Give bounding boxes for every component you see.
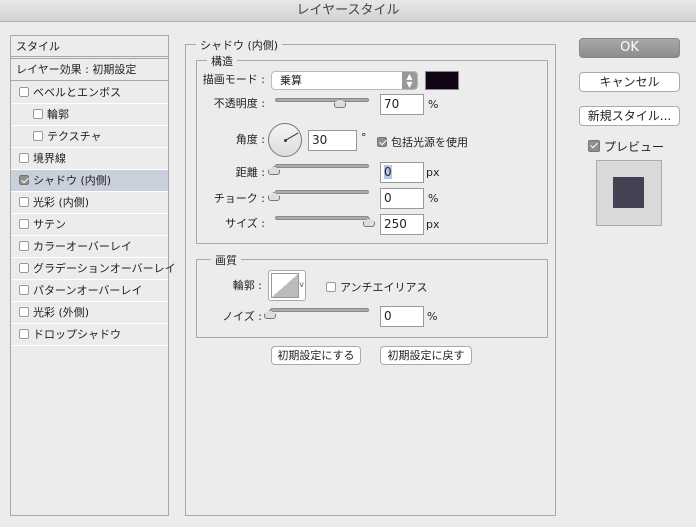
contour-picker[interactable]: v [268, 270, 306, 301]
opacity-unit: % [428, 98, 439, 111]
style-item-label: テクスチャ [47, 130, 102, 143]
style-item-label: シャドウ (内側) [33, 174, 112, 187]
anti-alias-label: アンチエイリアス [340, 281, 428, 294]
checkbox-icon [326, 282, 336, 292]
preview-checkbox[interactable]: プレビュー [588, 138, 664, 155]
style-item-label: ドロップシャドウ [33, 328, 121, 341]
style-item-label: 光彩 (内側) [33, 196, 90, 209]
angle-dial[interactable] [268, 123, 302, 157]
chevron-updown-icon: ▲ ▼ [402, 72, 417, 89]
style-item-label: パターンオーバーレイ [33, 284, 143, 297]
blend-mode-select[interactable]: 乗算 ▲ ▼ [271, 71, 418, 90]
style-item[interactable]: カラーオーバーレイ [11, 236, 168, 258]
blend-mode-label: 描画モード : [202, 73, 265, 86]
opacity-label: 不透明度 : [213, 97, 265, 110]
checkbox-icon [588, 140, 600, 152]
blending-options[interactable]: レイヤー効果 : 初期設定 [11, 59, 168, 81]
blending-options-label: レイヤー効果 : 初期設定 [16, 63, 137, 76]
chevron-down-icon: v [299, 280, 304, 289]
contour-label: 輪郭 : [232, 279, 262, 292]
style-item[interactable]: シャドウ (内側) [11, 170, 168, 192]
checkbox-icon[interactable] [19, 153, 29, 163]
size-slider[interactable] [275, 216, 369, 220]
noise-unit: % [427, 310, 438, 323]
noise-input[interactable]: 0 [380, 306, 424, 327]
global-light-checkbox[interactable]: 包括光源を使用 [377, 134, 468, 150]
choke-input[interactable]: 0 [380, 188, 424, 209]
style-item[interactable]: 光彩 (外側) [11, 302, 168, 324]
anti-alias-checkbox[interactable]: アンチエイリアス [326, 279, 428, 295]
choke-label: チョーク : [213, 192, 265, 205]
preview-swatch [613, 177, 644, 208]
quality-group [196, 259, 548, 338]
style-item-label: 輪郭 [47, 108, 69, 121]
distance-unit: px [426, 166, 440, 179]
style-item[interactable]: 輪郭 [11, 104, 168, 126]
inner-shadow-title: シャドウ (内側) [196, 37, 283, 53]
blend-mode-value: 乗算 [280, 74, 302, 87]
ok-button[interactable]: OK [579, 38, 680, 58]
cancel-button[interactable]: キャンセル [579, 72, 680, 92]
style-item-label: 光彩 (外側) [33, 306, 90, 319]
quality-title: 画質 [211, 252, 241, 268]
checkbox-icon[interactable] [19, 263, 29, 273]
make-default-button[interactable]: 初期設定にする [271, 346, 361, 365]
style-item-label: サテン [33, 218, 66, 231]
global-light-label: 包括光源を使用 [391, 136, 468, 149]
choke-unit: % [428, 192, 439, 205]
choke-slider[interactable] [275, 190, 369, 194]
style-item-label: グラデーションオーバーレイ [33, 262, 176, 275]
checkbox-icon[interactable] [19, 87, 29, 97]
checkbox-icon[interactable] [33, 131, 43, 141]
style-item-label: カラーオーバーレイ [33, 240, 132, 253]
style-list: スタイル レイヤー効果 : 初期設定 ベベルとエンボス輪郭テクスチャ境界線シャド… [10, 35, 176, 516]
style-item[interactable]: 境界線 [11, 148, 168, 170]
window-title: レイヤースタイル [296, 3, 400, 18]
size-input[interactable]: 250 [380, 214, 424, 235]
opacity-input[interactable]: 70 [380, 94, 424, 115]
distance-value: 0 [384, 165, 392, 179]
new-style-button[interactable]: 新規スタイル... [579, 106, 680, 126]
angle-input[interactable]: 30 [308, 130, 357, 151]
contour-preview [271, 273, 299, 298]
checkbox-icon[interactable] [19, 241, 29, 251]
noise-slider[interactable] [270, 308, 369, 312]
distance-slider[interactable] [275, 164, 369, 168]
style-item[interactable]: サテン [11, 214, 168, 236]
style-item[interactable]: 光彩 (内側) [11, 192, 168, 214]
style-item[interactable]: テクスチャ [11, 126, 168, 148]
checkbox-icon [377, 137, 387, 147]
opacity-slider[interactable] [275, 98, 369, 102]
angle-label: 角度 : [235, 133, 265, 146]
style-item[interactable]: パターンオーバーレイ [11, 280, 168, 302]
checkbox-icon[interactable] [19, 285, 29, 295]
checkbox-icon[interactable] [19, 175, 29, 185]
style-item[interactable]: グラデーションオーバーレイ [11, 258, 176, 280]
shadow-color-swatch[interactable] [425, 71, 459, 90]
style-item[interactable]: ドロップシャドウ [11, 324, 168, 346]
style-item-label: 境界線 [33, 152, 66, 165]
preview-label: プレビュー [604, 140, 665, 154]
checkbox-icon[interactable] [19, 197, 29, 207]
size-label: サイズ : [225, 217, 265, 230]
checkbox-icon[interactable] [19, 307, 29, 317]
checkbox-icon[interactable] [33, 109, 43, 119]
structure-title: 構造 [207, 53, 237, 69]
styles-header[interactable]: スタイル [11, 36, 168, 59]
distance-input[interactable]: 0 [380, 162, 424, 183]
noise-label: ノイズ : [222, 310, 262, 323]
size-unit: px [426, 218, 440, 231]
title-bar: レイヤースタイル [0, 0, 696, 22]
styles-header-label: スタイル [16, 40, 60, 53]
preview-thumbnail [596, 160, 662, 226]
reset-default-button[interactable]: 初期設定に戻す [380, 346, 472, 365]
checkbox-icon[interactable] [19, 329, 29, 339]
style-item[interactable]: ベベルとエンボス [11, 82, 168, 104]
angle-unit: ° [361, 131, 367, 144]
distance-label: 距離 : [235, 166, 265, 179]
style-item-label: ベベルとエンボス [33, 86, 121, 99]
checkbox-icon[interactable] [19, 219, 29, 229]
